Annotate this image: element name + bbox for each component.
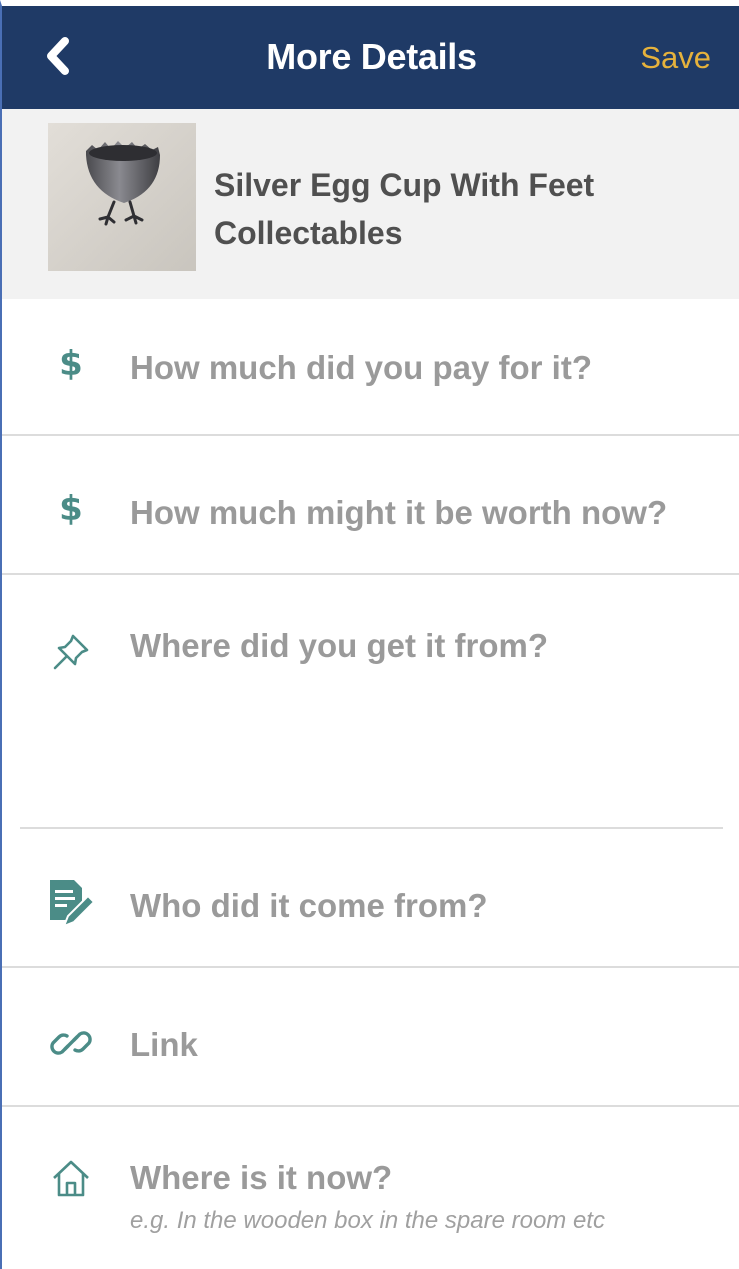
worth-placeholder: How much might it be worth now? <box>130 494 668 531</box>
source-placeholder: Where did you get it from? <box>130 627 548 664</box>
location-field[interactable]: Where is it now? e.g. In the wooden box … <box>2 1107 739 1267</box>
dollar-icon: $ <box>59 489 83 529</box>
item-category: Collectables <box>214 215 403 251</box>
item-name: Silver Egg Cup With Feet <box>214 167 595 203</box>
pin-icon <box>46 627 96 677</box>
note-pen-icon <box>46 879 96 929</box>
giver-placeholder: Who did it come from? <box>130 887 488 924</box>
page-title: More Details <box>266 36 477 77</box>
paid-field[interactable]: $ How much did you pay for it? <box>2 299 739 435</box>
link-icon <box>46 1018 96 1068</box>
navigation-bar: More Details Save <box>2 6 739 109</box>
link-placeholder: Link <box>130 1026 198 1063</box>
item-photo[interactable] <box>48 123 196 271</box>
item-title: Silver Egg Cup With Feet Collectables <box>214 161 594 257</box>
app-screen: More Details Save Silver Egg Cup With Fe… <box>0 0 739 1269</box>
item-summary: Silver Egg Cup With Feet Collectables <box>2 109 739 299</box>
location-placeholder: Where is it now? <box>130 1159 393 1196</box>
dollar-icon: $ <box>59 344 83 384</box>
save-button[interactable]: Save <box>640 40 711 76</box>
worth-field[interactable]: $ How much might it be worth now? <box>2 436 739 574</box>
giver-field[interactable]: Who did it come from? <box>2 829 739 967</box>
source-field[interactable]: Where did you get it from? <box>2 575 739 827</box>
home-icon <box>46 1153 96 1203</box>
location-hint: e.g. In the wooden box in the spare room… <box>130 1207 605 1234</box>
paid-placeholder: How much did you pay for it? <box>130 349 592 386</box>
link-field[interactable]: Link <box>2 968 739 1106</box>
